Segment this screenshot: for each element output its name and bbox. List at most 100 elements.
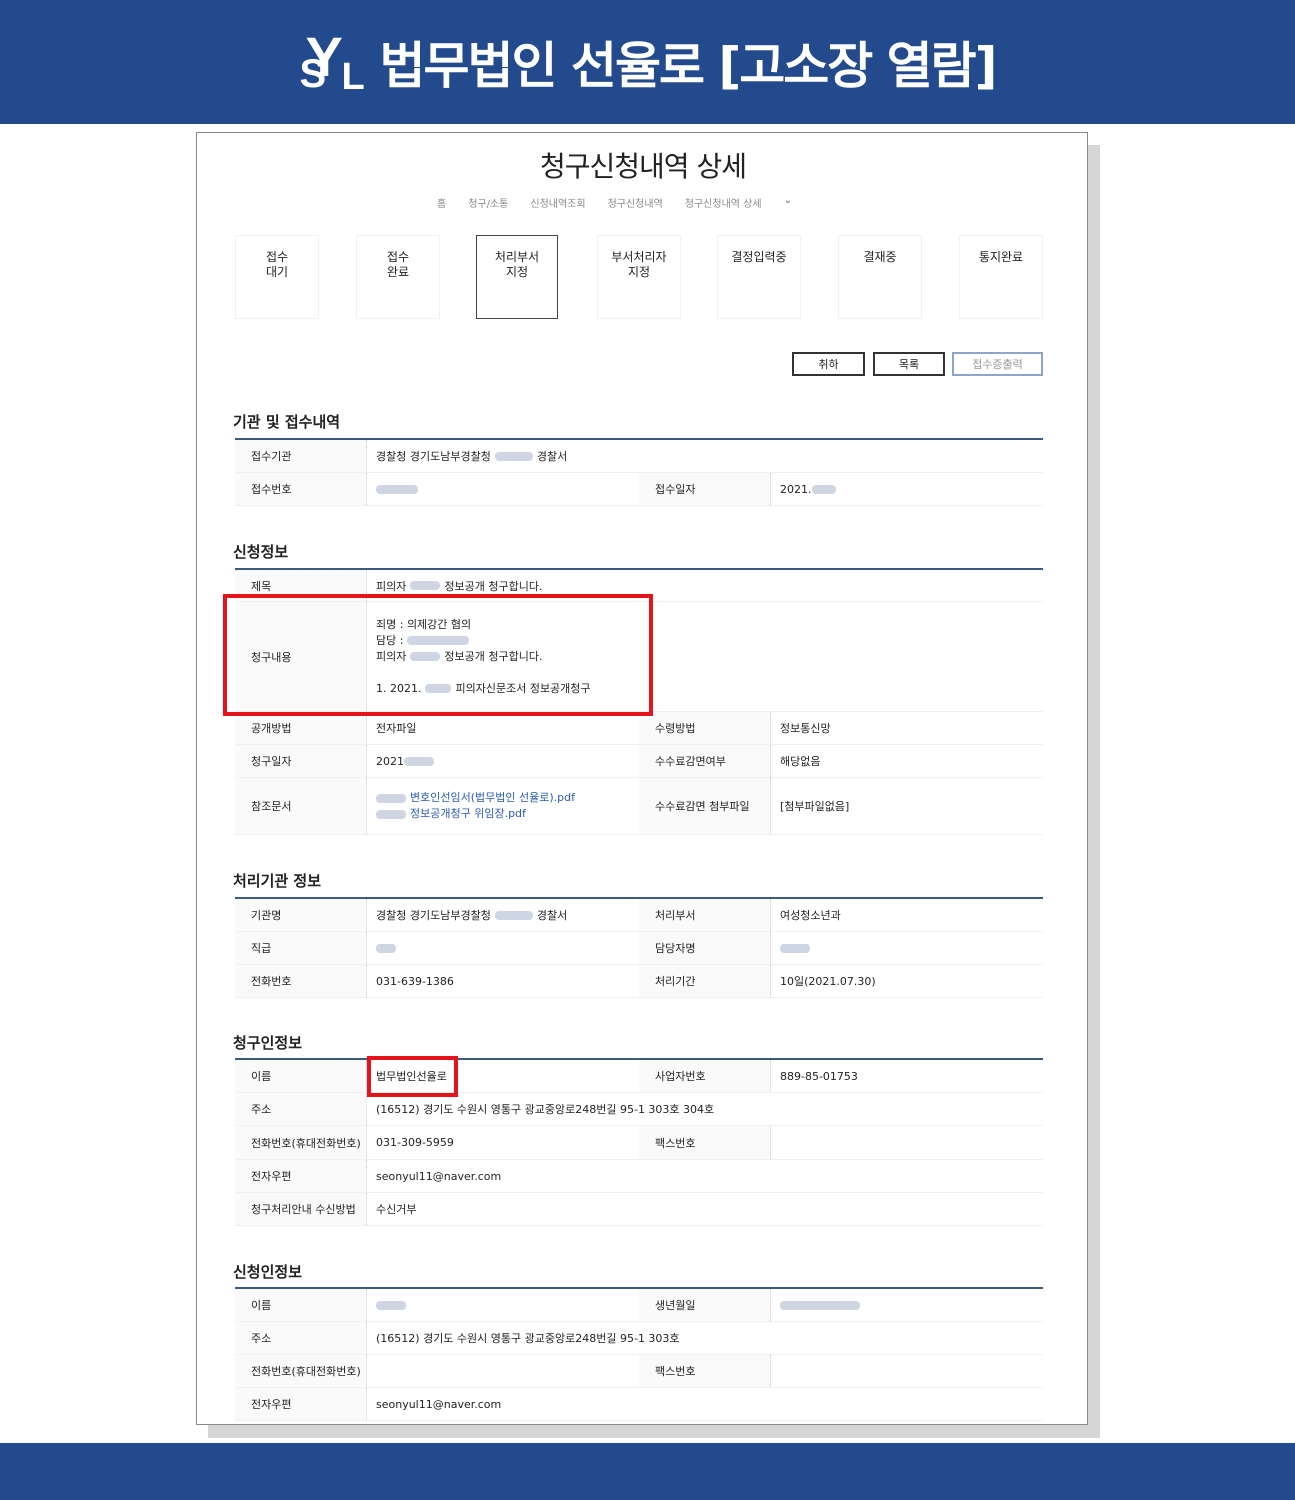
section-title-applicant: 신청인정보	[233, 1263, 303, 1281]
label-applicant-birth: 생년월일	[639, 1289, 771, 1321]
value-handling-phone: 031-639-1386	[376, 974, 454, 988]
value-received-no	[376, 473, 422, 505]
label-applicant-fax: 팩스번호	[639, 1355, 771, 1387]
step-line2: 대기	[265, 265, 289, 279]
value-fee-attachment: [첨부파일없음]	[780, 800, 850, 813]
breadcrumb-claim-list[interactable]: 청구신청내역	[608, 195, 663, 210]
value-business-no: 889-85-01753	[780, 1069, 858, 1083]
step-handler-assigned: 부서처리자 지정	[597, 235, 681, 319]
value-received-date: 2021.	[780, 473, 840, 505]
breadcrumb-history[interactable]: 신청내역조회	[530, 195, 585, 210]
step-line1: 결재중	[863, 250, 897, 264]
section-title-claimant: 청구인정보	[233, 1034, 303, 1052]
attachment-link[interactable]: 변호인선임서(법무법인 선율로).pdf	[376, 790, 575, 806]
row-rank: 직급 담당자명	[235, 932, 1043, 965]
row-handling-phone: 전화번호 031-639-1386 처리기간 10일(2021.07.30)	[235, 965, 1043, 998]
row-claimant-name: 이름 법무법인선율로 사업자번호 889-85-01753	[235, 1060, 1043, 1093]
row-disclosure: 공개방법 전자파일 수령방법 정보통신망	[235, 712, 1043, 745]
value-received-org: 경찰청 경기도남부경찰청 경찰서	[376, 450, 568, 463]
value-receive-method: 정보통신망	[780, 722, 831, 735]
label-received-no: 접수번호	[235, 473, 367, 505]
breadcrumb: 홈 청구/소통 신청내역조회 청구신청내역 청구신청내역 상세 ⌄	[437, 195, 792, 210]
attachment-link[interactable]: 정보공개청구 위임장.pdf	[376, 806, 526, 822]
value-claimant-notice: 수신거부	[376, 1203, 417, 1216]
row-request-date: 청구일자 2021 수수료감면여부 해당없음	[235, 745, 1043, 778]
label-request-date: 청구일자	[235, 745, 367, 777]
row-claimant-notice: 청구처리안내 수신방법 수신거부	[235, 1193, 1043, 1226]
redacted-block	[494, 910, 533, 920]
step-line1: 결정입력중	[731, 250, 787, 264]
label-disclosure: 공개방법	[235, 712, 367, 744]
section-title-handling: 처리기관 정보	[233, 872, 322, 890]
step-decision-input: 결정입력중	[717, 235, 801, 319]
redacted-block	[404, 756, 434, 766]
logo-l: L	[341, 56, 365, 98]
value-fee-waiver: 해당없음	[780, 755, 821, 768]
label-period: 처리기간	[639, 965, 771, 997]
row-reference-docs: 참조문서 변호인선임서(법무법인 선율로).pdf 정보공개청구 위임장.pdf…	[235, 778, 1043, 835]
step-received-waiting: 접수 대기	[235, 235, 319, 319]
label-applicant-name: 이름	[235, 1289, 367, 1321]
step-line1: 처리부서	[494, 250, 540, 264]
step-notified: 통지완료	[959, 235, 1043, 319]
value-applicant-birth	[780, 1289, 864, 1321]
redacted-block	[780, 943, 810, 953]
section-title-request: 신청정보	[233, 543, 289, 561]
bottom-banner	[0, 1443, 1295, 1500]
value-officer	[780, 932, 814, 964]
value-handling-org: 경찰청 경기도남부경찰청 경찰서	[376, 909, 568, 922]
breadcrumb-claim[interactable]: 청구/소통	[468, 195, 508, 210]
redacted-block	[780, 1300, 860, 1310]
label-fee-attachment: 수수료감면 첨부파일	[639, 778, 771, 834]
value-claimant-phone: 031-309-5959	[376, 1136, 454, 1149]
highlight-box-claimant-name	[367, 1056, 458, 1097]
step-line1: 접수	[386, 250, 410, 264]
row-applicant-email: 전자우편 seonyul11@naver.com	[235, 1388, 1043, 1421]
step-received-complete: 접수 완료	[356, 235, 440, 319]
progress-steps: 접수 대기 접수 완료 처리부서 지정 부서처리자 지정 결정입력중 결재중 통…	[235, 235, 1045, 319]
label-claimant-address: 주소	[235, 1093, 367, 1125]
value-period: 10일(2021.07.30)	[780, 975, 876, 988]
row-received-no: 접수번호 접수일자 2021.	[235, 473, 1043, 506]
label-claimant-phone: 전화번호(휴대전화번호)	[235, 1126, 367, 1159]
redacted-block	[376, 943, 396, 953]
value-applicant-address: (16512) 경기도 수원시 영통구 광교중앙로248번길 95-1 303호	[376, 1332, 680, 1345]
redacted-block	[376, 484, 418, 494]
document-screenshot: 청구신청내역 상세 홈 청구/소통 신청내역조회 청구신청내역 청구신청내역 상…	[196, 132, 1088, 1425]
redacted-block	[376, 809, 406, 819]
label-handling-org: 기관명	[235, 899, 367, 931]
breadcrumb-home[interactable]: 홈	[437, 195, 446, 210]
label-received-date: 접수일자	[639, 473, 771, 505]
redacted-block	[376, 793, 406, 803]
row-claimant-email: 전자우편 seonyul11@naver.com	[235, 1160, 1043, 1193]
row-claimant-address: 주소 (16512) 경기도 수원시 영통구 광교중앙로248번길 95-1 3…	[235, 1093, 1043, 1126]
redacted-block	[376, 1300, 406, 1310]
step-line1: 부서처리자	[611, 250, 667, 264]
step-line2: 완료	[386, 265, 410, 279]
row-received-org: 접수기관 경찰청 경기도남부경찰청 경찰서	[235, 440, 1043, 473]
value-claimant-address: (16512) 경기도 수원시 영통구 광교중앙로248번길 95-1 303호…	[376, 1103, 715, 1116]
withdraw-button[interactable]: 취하	[792, 352, 865, 376]
chevron-down-icon[interactable]: ⌄	[784, 195, 792, 210]
label-applicant-address: 주소	[235, 1322, 367, 1354]
value-request-date: 2021	[376, 745, 438, 777]
value-handling-dept: 여성청소년과	[780, 909, 841, 922]
step-dept-assigned: 처리부서 지정	[476, 235, 558, 319]
label-business-no: 사업자번호	[639, 1060, 771, 1092]
breadcrumb-current[interactable]: 청구신청내역 상세	[685, 195, 762, 210]
list-button[interactable]: 목록	[873, 352, 945, 376]
value-disclosure: 전자파일	[376, 722, 417, 735]
label-claimant-fax: 팩스번호	[639, 1126, 771, 1159]
firm-logo: Y S L	[299, 25, 366, 98]
print-receipt-button[interactable]: 접수증출력	[952, 352, 1043, 376]
top-banner: Y S L 법무법인 선율로 [고소장 열람]	[0, 0, 1295, 124]
logo-s: S	[299, 52, 327, 96]
highlight-box-request-content	[223, 594, 653, 716]
row-applicant-name: 이름 생년월일	[235, 1289, 1043, 1322]
label-handling-dept: 처리부서	[639, 899, 771, 931]
step-line1: 통지완료	[978, 250, 1024, 264]
row-handling-org: 기관명 경찰청 경기도남부경찰청 경찰서 처리부서 여성청소년과	[235, 899, 1043, 932]
value-reference-docs: 변호인선임서(법무법인 선율로).pdf 정보공개청구 위임장.pdf	[376, 778, 575, 834]
row-claimant-phone: 전화번호(휴대전화번호) 031-309-5959 팩스번호	[235, 1126, 1043, 1160]
redacted-block	[811, 484, 836, 494]
